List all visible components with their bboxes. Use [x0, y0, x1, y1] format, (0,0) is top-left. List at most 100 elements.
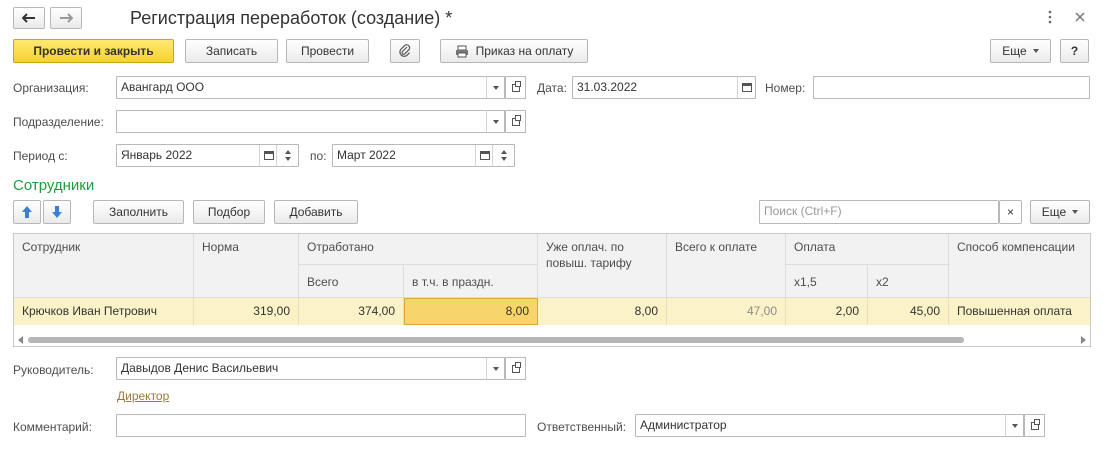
comment-label: Комментарий: [13, 420, 92, 434]
print-order-button[interactable]: Приказ на оплату [440, 39, 588, 63]
cell-compensation[interactable]: Повышенная оплата [949, 298, 1090, 325]
arrow-right-icon [60, 13, 73, 23]
cell-employee[interactable]: Крючков Иван Петрович [14, 298, 194, 325]
col-header-worked[interactable]: Отработано [299, 234, 538, 265]
scroll-left-icon[interactable] [17, 336, 25, 344]
calendar-icon [741, 83, 752, 92]
calendar-button[interactable] [259, 145, 277, 166]
date-field[interactable]: 31.03.2022 [572, 76, 756, 99]
arrow-down-icon [52, 206, 62, 218]
move-up-button[interactable] [13, 200, 41, 224]
col-header-compensation[interactable]: Способ компенсации [949, 234, 1090, 298]
period-to-field[interactable]: Март 2022 [332, 144, 515, 167]
fill-button[interactable]: Заполнить [93, 200, 184, 224]
dropdown-arrow[interactable] [486, 77, 504, 98]
print-order-label: Приказ на оплату [475, 44, 574, 58]
arrow-up-icon [22, 206, 32, 218]
horizontal-scrollbar[interactable] [14, 334, 1090, 346]
col-header-already-paid[interactable]: Уже оплач. по повыш. тарифу [538, 234, 667, 298]
chevron-down-icon [492, 85, 499, 90]
search-input[interactable]: Поиск (Ctrl+F) [759, 200, 999, 224]
dept-open-button[interactable] [505, 110, 526, 133]
col-header-worked-holiday[interactable]: в т.ч. в праздн. [404, 265, 538, 298]
manager-value: Давыдов Денис Васильевич [121, 361, 279, 375]
responsible-open-button[interactable] [1024, 414, 1045, 437]
manager-open-button[interactable] [505, 357, 526, 380]
more-label: Еще [1041, 205, 1067, 219]
col-header-pay-x15[interactable]: х1,5 [786, 265, 868, 298]
cell-worked-total[interactable]: 374,00 [299, 298, 404, 325]
scroll-right-icon[interactable] [1079, 336, 1087, 344]
col-header-employee[interactable]: Сотрудник [14, 234, 194, 298]
open-icon [1030, 418, 1040, 430]
org-label: Организация: [13, 81, 89, 95]
org-field[interactable]: Авангард ООО [116, 76, 505, 99]
more-vertical-icon[interactable] [1048, 10, 1056, 26]
forward-button[interactable] [50, 7, 82, 29]
period-from-label: Период с: [13, 149, 68, 163]
cell-pay-x2[interactable]: 45,00 [868, 298, 949, 325]
manager-field[interactable]: Давыдов Денис Васильевич [116, 357, 505, 380]
dropdown-arrow[interactable] [486, 111, 504, 132]
more-button[interactable]: Еще [990, 39, 1051, 63]
comment-field[interactable] [116, 414, 526, 437]
period-from-field[interactable]: Январь 2022 [116, 144, 299, 167]
printer-icon [455, 45, 468, 57]
cell-pay-x15[interactable]: 2,00 [786, 298, 868, 325]
period-to-spinner[interactable] [492, 145, 514, 166]
back-button[interactable] [13, 7, 45, 29]
col-header-norm[interactable]: Норма [194, 234, 299, 298]
scrollbar-thumb[interactable] [28, 337, 964, 343]
help-button[interactable]: ? [1060, 39, 1089, 63]
calendar-button[interactable] [737, 77, 755, 98]
number-field[interactable] [813, 76, 1090, 99]
chevron-down-icon [1072, 210, 1079, 214]
add-button[interactable]: Добавить [274, 200, 358, 224]
search-clear-button[interactable]: × [999, 200, 1022, 224]
cell-norm[interactable]: 319,00 [194, 298, 299, 325]
cell-worked-holiday[interactable]: 8,00 [404, 298, 538, 325]
calendar-button[interactable] [475, 145, 493, 166]
responsible-label: Ответственный: [537, 420, 627, 434]
spin-down-icon [284, 157, 291, 161]
col-header-payment[interactable]: Оплата [786, 234, 949, 265]
org-open-button[interactable] [505, 76, 526, 99]
paperclip-icon [399, 44, 411, 57]
post-and-close-button[interactable]: Провести и закрыть [13, 39, 174, 63]
number-label: Номер: [765, 81, 806, 95]
employees-table: Сотрудник Норма Отработано Всего в т.ч. … [13, 233, 1091, 347]
col-header-pay-x2[interactable]: х2 [868, 265, 949, 298]
responsible-field[interactable]: Администратор [635, 414, 1024, 437]
col-header-total-to-pay[interactable]: Всего к оплате [667, 234, 786, 298]
save-button[interactable]: Записать [185, 39, 278, 63]
spin-up-icon [284, 150, 291, 154]
move-down-button[interactable] [43, 200, 71, 224]
table-more-button[interactable]: Еще [1030, 200, 1090, 224]
spin-down-icon [500, 157, 507, 161]
date-label: Дата: [537, 81, 567, 95]
spin-up-icon [500, 150, 507, 154]
chevron-down-icon [1011, 423, 1018, 428]
col-header-worked-total[interactable]: Всего [299, 265, 404, 298]
attach-button[interactable] [390, 39, 420, 63]
period-to-label: по: [310, 149, 327, 163]
section-title-employees: Сотрудники [13, 177, 95, 194]
post-button[interactable]: Провести [286, 39, 369, 63]
table-row[interactable]: Крючков Иван Петрович 319,00 374,00 8,00… [14, 298, 1090, 325]
period-from-value: Январь 2022 [121, 148, 193, 162]
page-title: Регистрация переработок (создание) * [130, 8, 453, 28]
search-placeholder: Поиск (Ctrl+F) [764, 204, 842, 218]
dropdown-arrow[interactable] [486, 358, 504, 379]
org-value: Авангард ООО [121, 80, 205, 94]
close-icon[interactable] [1075, 11, 1087, 23]
dept-field[interactable] [116, 110, 505, 133]
manager-position-link[interactable]: Директор [117, 389, 169, 403]
cell-total-to-pay: 47,00 [667, 298, 786, 325]
period-from-spinner[interactable] [276, 145, 298, 166]
open-icon [511, 114, 521, 126]
calendar-icon [263, 151, 274, 160]
open-icon [511, 361, 521, 373]
select-button[interactable]: Подбор [193, 200, 265, 224]
cell-already-paid[interactable]: 8,00 [538, 298, 667, 325]
dropdown-arrow[interactable] [1005, 415, 1023, 436]
